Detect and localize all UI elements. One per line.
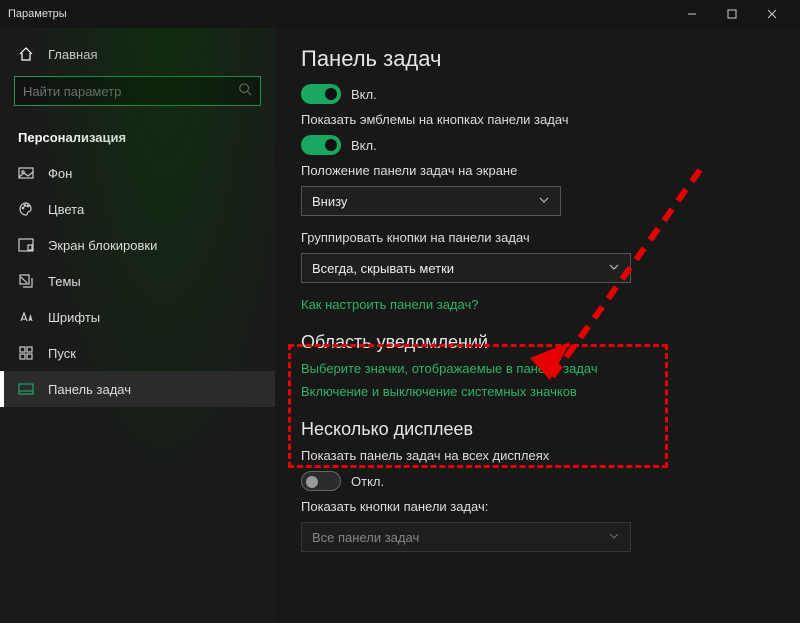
dropdown-group[interactable]: Всегда, скрывать метки	[301, 253, 631, 283]
sidebar-item-background[interactable]: Фон	[0, 155, 275, 191]
dropdown-value: Все панели задач	[312, 530, 419, 545]
sidebar-nav: Фон Цвета Экран блокировки Темы Шрифты П…	[0, 155, 275, 407]
lockscreen-icon	[18, 237, 34, 253]
sidebar-home[interactable]: Главная	[0, 38, 275, 70]
search-icon	[238, 82, 252, 101]
taskbar-icon	[18, 381, 34, 397]
sidebar: Главная Персонализация Фон Цвета Экран б…	[0, 28, 275, 623]
sidebar-item-label: Панель задач	[48, 382, 131, 397]
link-system-icons[interactable]: Включение и выключение системных значков	[301, 384, 800, 399]
maximize-button[interactable]	[712, 0, 752, 28]
fonts-icon	[18, 309, 34, 325]
sidebar-item-label: Фон	[48, 166, 72, 181]
sidebar-item-label: Шрифты	[48, 310, 100, 325]
sidebar-item-label: Пуск	[48, 346, 76, 361]
sidebar-item-themes[interactable]: Темы	[0, 263, 275, 299]
position-label: Положение панели задач на экране	[301, 163, 800, 178]
content: Панель задач Вкл. Показать эмблемы на кн…	[275, 28, 800, 623]
sidebar-item-label: Темы	[48, 274, 81, 289]
themes-icon	[18, 273, 34, 289]
start-icon	[18, 345, 34, 361]
toggle-multi-displays[interactable]	[301, 471, 341, 491]
page-title: Панель задач	[301, 46, 800, 72]
dropdown-position[interactable]: Внизу	[301, 186, 561, 216]
palette-icon	[18, 201, 34, 217]
sidebar-home-label: Главная	[48, 47, 97, 62]
window-title: Параметры	[8, 8, 672, 20]
sidebar-item-lockscreen[interactable]: Экран блокировки	[0, 227, 275, 263]
picture-icon	[18, 165, 34, 181]
sidebar-item-start[interactable]: Пуск	[0, 335, 275, 371]
sidebar-item-label: Цвета	[48, 202, 84, 217]
search-input[interactable]	[14, 76, 261, 106]
help-link[interactable]: Как настроить панели задач?	[301, 297, 800, 312]
multi-buttons-label: Показать кнопки панели задач:	[301, 499, 800, 514]
home-icon	[18, 46, 34, 62]
sidebar-item-fonts[interactable]: Шрифты	[0, 299, 275, 335]
close-button[interactable]	[752, 0, 792, 28]
dropdown-value: Внизу	[312, 194, 347, 209]
section-multiple-displays: Несколько дисплеев	[301, 419, 800, 440]
minimize-button[interactable]	[672, 0, 712, 28]
badges-label: Показать эмблемы на кнопках панели задач	[301, 112, 800, 127]
chevron-down-icon	[538, 194, 550, 209]
chevron-down-icon	[608, 530, 620, 545]
toggle-state-label: Вкл.	[351, 138, 377, 153]
toggle-badges[interactable]	[301, 135, 341, 155]
toggle-state-label: Откл.	[351, 474, 384, 489]
sidebar-item-colors[interactable]: Цвета	[0, 191, 275, 227]
sidebar-item-label: Экран блокировки	[48, 238, 157, 253]
section-notification-area: Область уведомлений	[301, 332, 800, 353]
multi-show-label: Показать панель задач на всех дисплеях	[301, 448, 800, 463]
toggle-generic[interactable]	[301, 84, 341, 104]
sidebar-group-title: Персонализация	[0, 116, 275, 155]
sidebar-item-taskbar[interactable]: Панель задач	[0, 371, 275, 407]
dropdown-value: Всегда, скрывать метки	[312, 261, 454, 276]
link-select-icons[interactable]: Выберите значки, отображаемые в панели з…	[301, 361, 800, 376]
toggle-state-label: Вкл.	[351, 87, 377, 102]
group-label: Группировать кнопки на панели задач	[301, 230, 800, 245]
dropdown-multi-buttons[interactable]: Все панели задач	[301, 522, 631, 552]
chevron-down-icon	[608, 261, 620, 276]
search-field[interactable]	[23, 84, 238, 99]
titlebar: Параметры	[0, 0, 800, 28]
